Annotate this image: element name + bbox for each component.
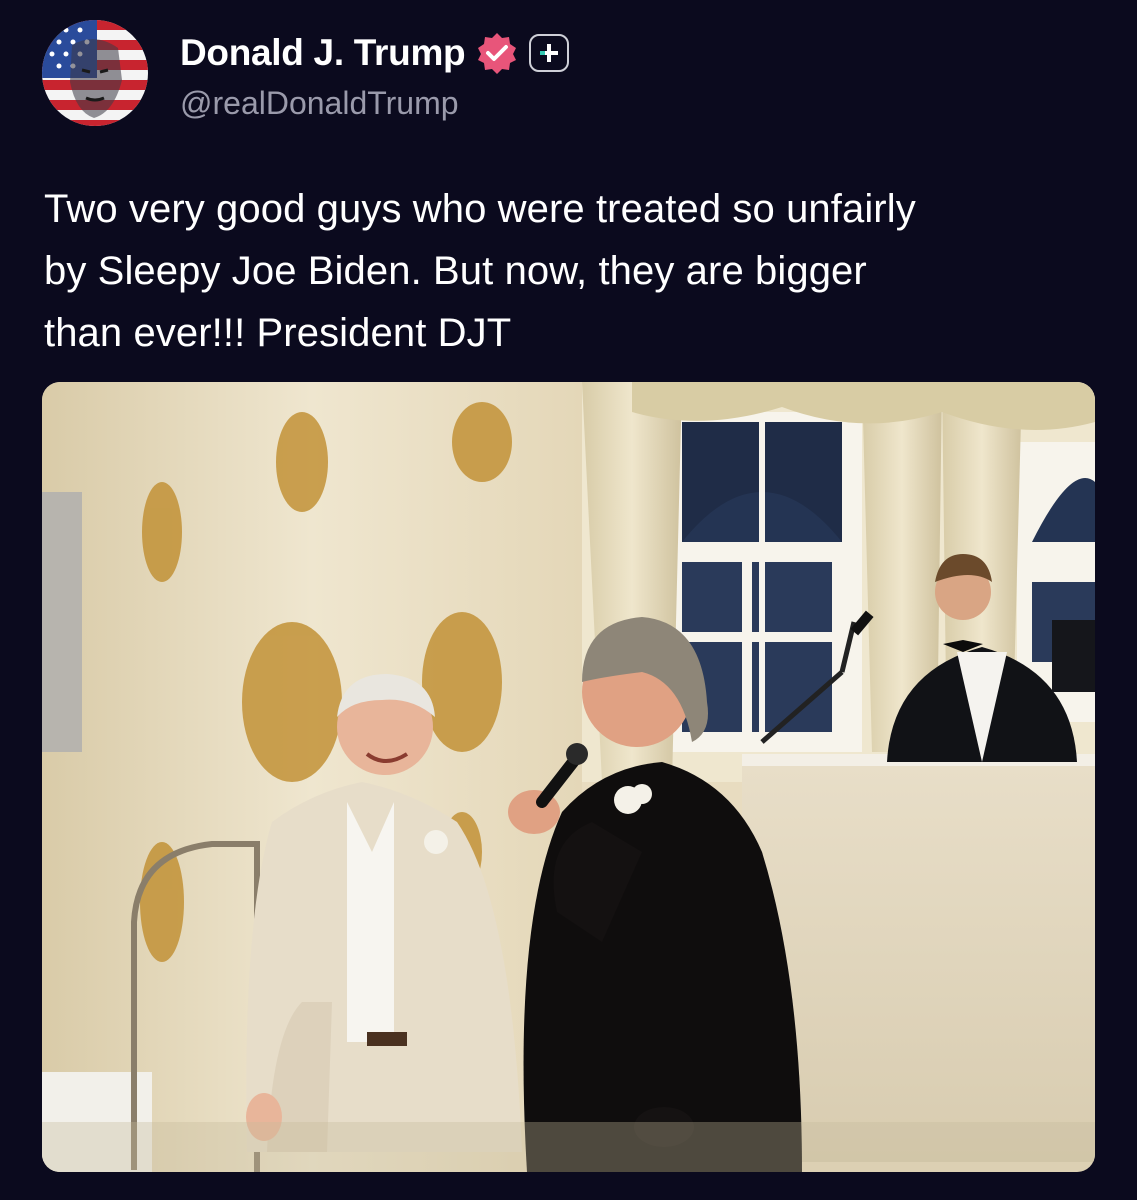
author-name-row: Donald J. Trump <box>180 28 570 78</box>
author-avatar[interactable] <box>42 20 148 126</box>
verified-badge-icon <box>478 33 517 74</box>
post-photo[interactable] <box>42 382 1095 1172</box>
post-text-line: Two very good guys who were treated so u… <box>44 187 916 231</box>
post-text-line: than ever!!! President DJT <box>44 311 512 355</box>
post-text: Two very good guys who were treated so u… <box>44 178 1114 364</box>
photo-ballroom-scene <box>42 382 1095 1172</box>
plus-badge-icon <box>529 34 570 72</box>
author-handle[interactable]: @realDonaldTrump <box>180 85 459 122</box>
post-text-line: by Sleepy Joe Biden. But now, they are b… <box>44 249 867 293</box>
author-display-name[interactable]: Donald J. Trump <box>180 32 466 74</box>
avatar-flag-portrait-image <box>42 20 148 126</box>
